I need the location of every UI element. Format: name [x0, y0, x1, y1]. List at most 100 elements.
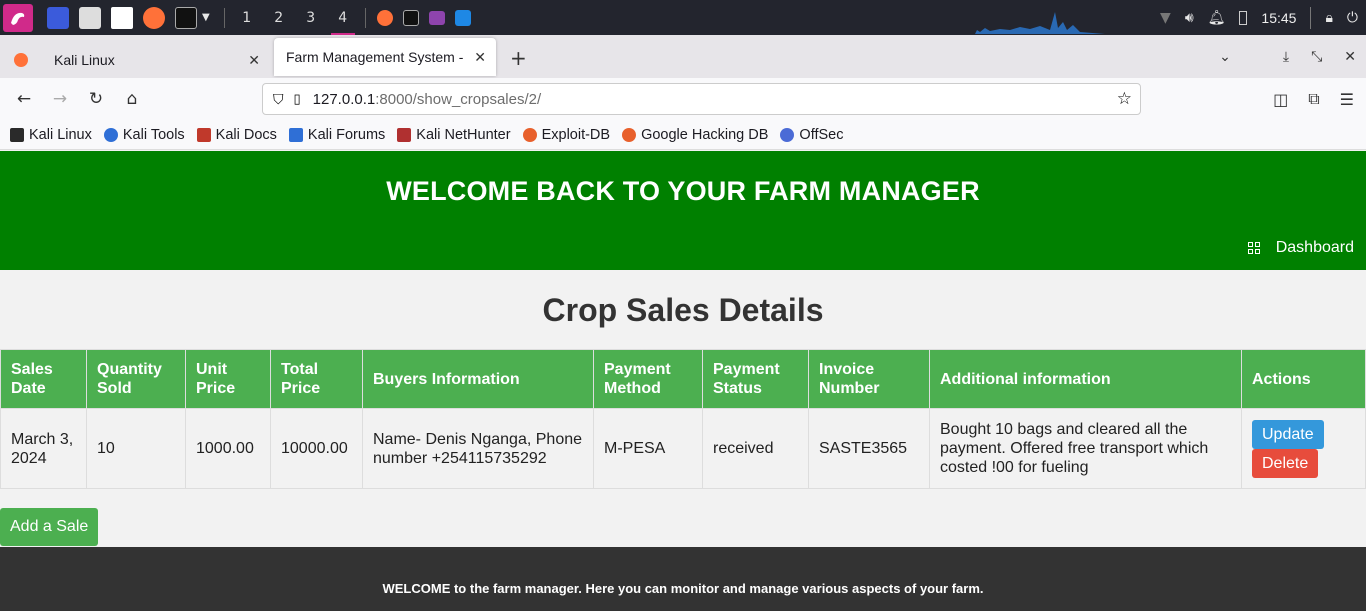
firefox-icon: [14, 53, 28, 67]
menu-icon[interactable]: ☰: [1340, 90, 1354, 109]
taskbar: ▼ 1 2 3 4 ▼ 🔊︎ 🔔︎ 15:45 🔒︎ ⏻: [0, 0, 1366, 35]
close-icon[interactable]: ✕: [474, 49, 486, 66]
power-icon[interactable]: ⏻: [1347, 10, 1358, 26]
page-info-icon[interactable]: ▯: [294, 91, 301, 107]
workspace-2[interactable]: 2: [263, 0, 295, 35]
network-activity-graph: [975, 12, 1105, 34]
close-icon[interactable]: ✕: [248, 52, 260, 69]
kali-menu-icon[interactable]: [3, 3, 33, 32]
notification-bell-icon[interactable]: 🔔︎: [1208, 10, 1226, 26]
firefox-view-tab[interactable]: [0, 42, 42, 78]
url-path: :8000/show_cropsales/2/: [375, 90, 542, 108]
bookmarks-bar: Kali Linux Kali Tools Kali Docs Kali For…: [0, 120, 1366, 150]
terminal-icon[interactable]: [175, 6, 197, 29]
app-window-icon[interactable]: [428, 10, 445, 25]
grid-icon: [1247, 242, 1260, 254]
kali-docs-icon: [196, 127, 211, 142]
forward-arrow-icon[interactable]: →: [42, 89, 78, 109]
pocket-icon[interactable]: ◫: [1273, 90, 1288, 109]
crop-sales-table: Sales Date Quantity Sold Unit Price Tota…: [0, 349, 1366, 489]
browser-tab-bar: Kali Linux ✕ Farm Management System - ✕ …: [0, 35, 1366, 78]
chevron-down-icon[interactable]: ▼: [202, 12, 210, 23]
tab-kali-linux[interactable]: Kali Linux ✕: [42, 42, 270, 78]
sales-date-cell: March 3, 2024: [0, 408, 87, 489]
kali-icon: [10, 127, 24, 142]
dashboard-link[interactable]: Dashboard: [1247, 239, 1354, 257]
page-content: WELCOME BACK TO YOUR FARM MANAGER Dashbo…: [0, 151, 1366, 611]
bookmark-exploit-db[interactable]: Exploit-DB: [522, 127, 610, 143]
payment-method-cell: M-PESA: [593, 408, 703, 489]
bookmark-kali-linux[interactable]: Kali Linux: [10, 127, 92, 143]
kali-forums-icon: [288, 127, 303, 142]
clock[interactable]: 15:45: [1261, 10, 1296, 26]
workspace-1[interactable]: 1: [231, 0, 263, 35]
unit-price-cell: 1000.00: [185, 408, 271, 489]
buyer-info-cell: Name- Denis Nganga, Phone number +254115…: [362, 408, 594, 489]
header-title: WELCOME BACK TO YOUR FARM MANAGER: [386, 176, 980, 206]
column-header: Unit Price: [185, 349, 271, 409]
restore-icon[interactable]: ⤡: [1311, 49, 1322, 65]
nethunter-icon: [397, 127, 412, 142]
column-header: Payment Method: [593, 349, 703, 409]
network-icon[interactable]: ▼: [1160, 10, 1171, 26]
add-sale-button[interactable]: Add a Sale: [0, 508, 99, 546]
actions-cell: Update Delete: [1241, 408, 1366, 489]
url-bar[interactable]: ⛉ ▯ 127.0.0.1:8000/show_cropsales/2/ ☆: [262, 83, 1141, 115]
table-header-row: Sales Date Quantity Sold Unit Price Tota…: [0, 349, 1366, 409]
shield-icon[interactable]: ⛉: [273, 91, 284, 108]
toolbar-right: ◫ ⧉ ☰: [1273, 78, 1354, 120]
column-header: Total Price: [270, 349, 363, 409]
file-manager-icon[interactable]: [79, 6, 101, 29]
bookmark-kali-forums[interactable]: Kali Forums: [288, 127, 385, 143]
bookmark-kali-nethunter[interactable]: Kali NetHunter: [397, 127, 511, 143]
extensions-icon[interactable]: ⧉: [1308, 89, 1319, 109]
back-arrow-icon[interactable]: ←: [6, 89, 42, 109]
close-window-icon[interactable]: ✕: [1344, 49, 1356, 65]
system-tray: ▼ 🔊︎ 🔔︎ 15:45 🔒︎ ⏻: [1160, 0, 1358, 35]
workspace-3[interactable]: 3: [295, 0, 327, 35]
workspace-4[interactable]: 4: [327, 0, 359, 35]
column-header: Invoice Number: [808, 349, 930, 409]
delete-button[interactable]: Delete: [1252, 448, 1319, 478]
reload-icon[interactable]: ↻: [78, 89, 114, 109]
dashboard-label: Dashboard: [1275, 239, 1354, 256]
bookmark-google-hacking-db[interactable]: Google Hacking DB: [622, 127, 768, 143]
kali-tools-icon: [103, 127, 118, 142]
tab-label: Kali Linux: [54, 52, 115, 68]
divider: [364, 7, 366, 28]
desktop-icon[interactable]: [47, 6, 69, 29]
battery-icon[interactable]: [1239, 10, 1248, 25]
minimize-icon[interactable]: ⤓: [1283, 49, 1289, 65]
bookmark-kali-docs[interactable]: Kali Docs: [196, 127, 277, 143]
bookmark-offsec[interactable]: OffSec: [780, 127, 843, 143]
page-title: Crop Sales Details: [542, 292, 824, 328]
table-row: March 3, 2024 10 1000.00 10000.00 Name- …: [0, 408, 1366, 489]
divider: [1310, 6, 1312, 29]
firefox-window-icon[interactable]: [376, 9, 393, 26]
bookmark-kali-tools[interactable]: Kali Tools: [103, 127, 185, 143]
new-tab-button[interactable]: +: [510, 38, 527, 78]
invoice-cell: SASTE3565: [808, 408, 930, 489]
update-button[interactable]: Update: [1252, 419, 1324, 449]
tab-farm-management[interactable]: Farm Management System - ✕: [274, 38, 496, 76]
column-header: Additional information: [929, 349, 1242, 409]
column-header: Sales Date: [0, 349, 87, 409]
volume-icon[interactable]: 🔊︎: [1185, 10, 1194, 26]
home-icon[interactable]: ⌂: [114, 89, 150, 109]
url-host: 127.0.0.1: [312, 90, 376, 108]
lock-icon[interactable]: 🔒︎: [1325, 10, 1332, 26]
site-footer: WELCOME to the farm manager. Here you ca…: [0, 547, 1366, 611]
terminal-window-icon[interactable]: [402, 9, 419, 26]
offsec-icon: [780, 127, 795, 142]
text-editor-icon[interactable]: [111, 6, 133, 29]
site-header: WELCOME BACK TO YOUR FARM MANAGER Dashbo…: [0, 151, 1366, 270]
firefox-icon[interactable]: [143, 6, 165, 29]
payment-status-cell: received: [702, 408, 809, 489]
ghdb-icon: [622, 127, 637, 142]
navigation-bar: ← → ↻ ⌂ ⛉ ▯ 127.0.0.1:8000/show_cropsale…: [0, 78, 1366, 120]
total-price-cell: 10000.00: [270, 408, 363, 489]
tab-label: Farm Management System -: [286, 49, 464, 65]
vscode-window-icon[interactable]: [454, 9, 471, 26]
bookmark-star-icon[interactable]: ☆: [1117, 89, 1132, 109]
tab-list-chevron-icon[interactable]: ⌄: [1219, 49, 1231, 65]
